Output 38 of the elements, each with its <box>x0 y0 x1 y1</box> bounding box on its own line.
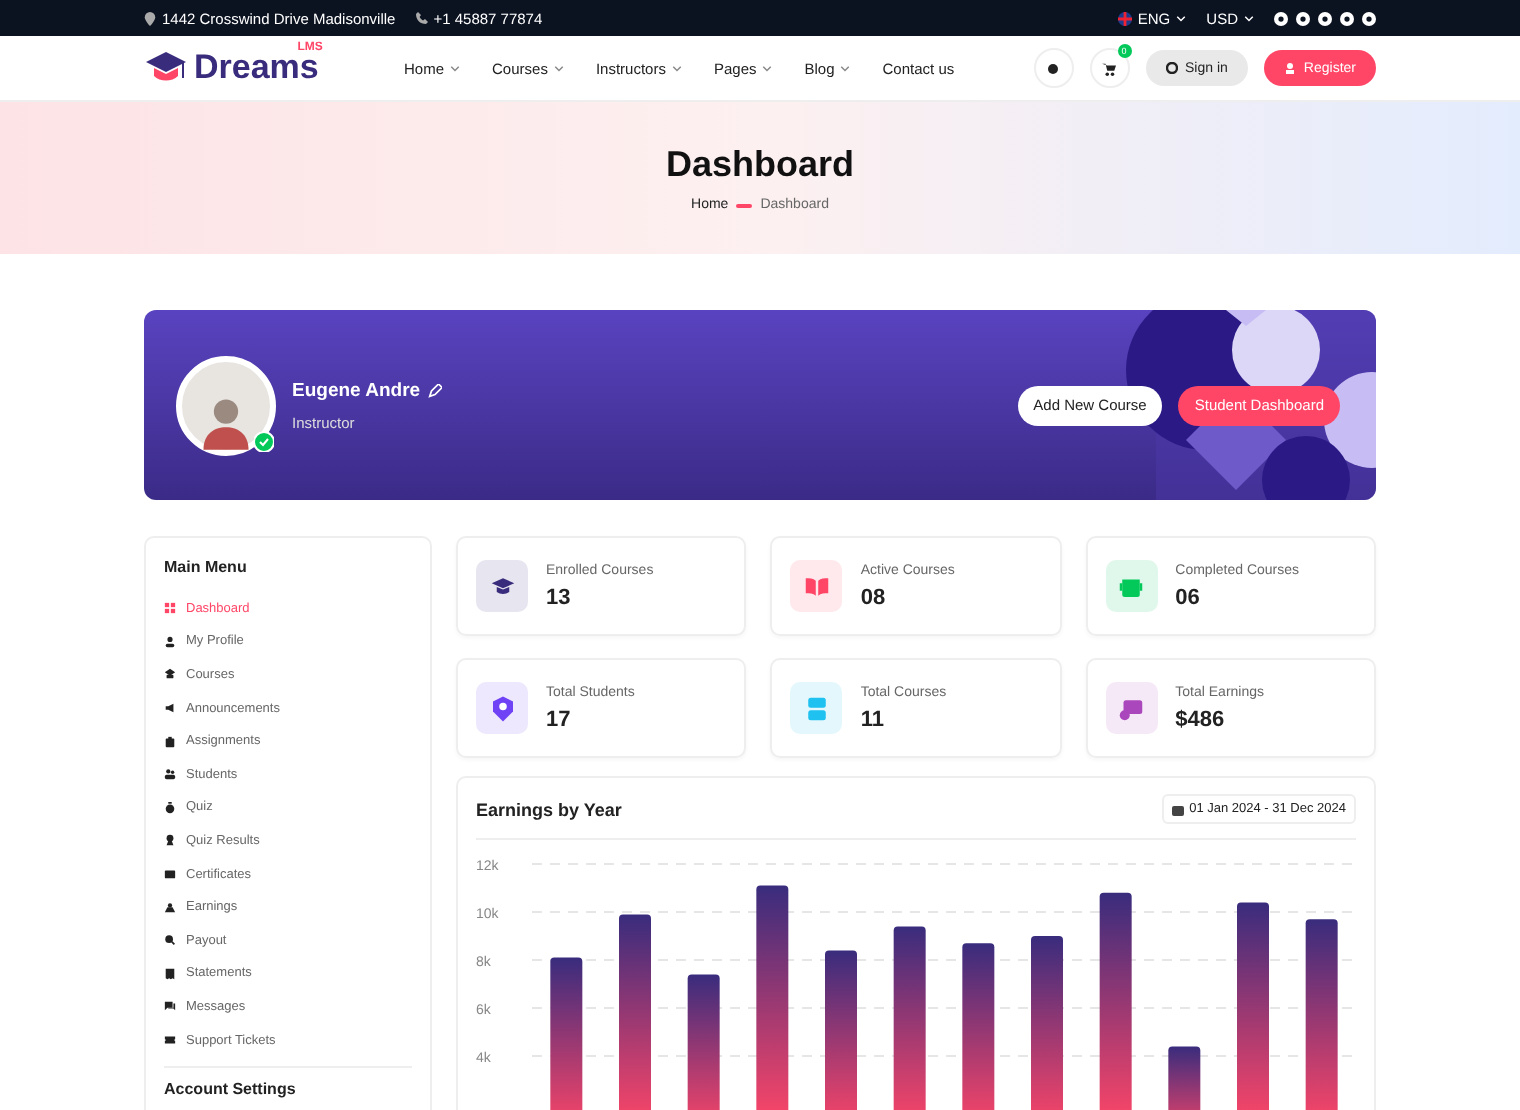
location-pin-icon <box>144 11 156 25</box>
edit-icon[interactable] <box>428 383 443 397</box>
user-icon <box>164 635 176 648</box>
sidebar-heading: Main Menu <box>164 558 249 576</box>
cart-icon <box>1102 61 1117 75</box>
caret-icon <box>1244 15 1254 21</box>
person-silhouette-icon <box>200 393 252 449</box>
stat-value: 11 <box>860 707 886 731</box>
receipt-icon <box>164 967 176 980</box>
stopwatch-icon <box>164 801 176 814</box>
user-icon <box>1283 62 1296 74</box>
graduation-cap-icon <box>164 668 176 681</box>
ticket-icon <box>164 1034 176 1047</box>
award-icon <box>164 834 176 847</box>
theme-toggle-button[interactable] <box>1033 48 1074 88</box>
chat-icon <box>164 1000 176 1013</box>
ring-icon <box>1165 62 1178 74</box>
megaphone-icon <box>164 702 176 715</box>
sidebar-heading: Account Settings <box>164 1080 298 1099</box>
graduation-cap-logo-icon <box>144 50 188 86</box>
phone-icon <box>415 12 428 24</box>
stat-value: 13 <box>546 585 573 609</box>
users-icon <box>164 768 176 781</box>
caret-icon <box>1176 15 1187 21</box>
search-icon <box>164 934 176 947</box>
flag-icon <box>1117 11 1132 25</box>
page-title: Dashboard <box>665 144 855 186</box>
moon-icon <box>1048 63 1059 73</box>
stat-value: 06 <box>1175 585 1202 609</box>
stat-value: 17 <box>546 707 573 731</box>
chart-bar <box>687 974 720 1110</box>
stat-value: $486 <box>1175 707 1227 731</box>
grid-icon <box>164 602 176 615</box>
clipboard-icon <box>164 735 176 748</box>
stat-value: 08 <box>860 585 888 609</box>
chart-bar <box>1168 1046 1201 1110</box>
chart-title: Earnings by Year <box>476 799 622 819</box>
profile-name: Eugene Andre <box>292 379 421 401</box>
